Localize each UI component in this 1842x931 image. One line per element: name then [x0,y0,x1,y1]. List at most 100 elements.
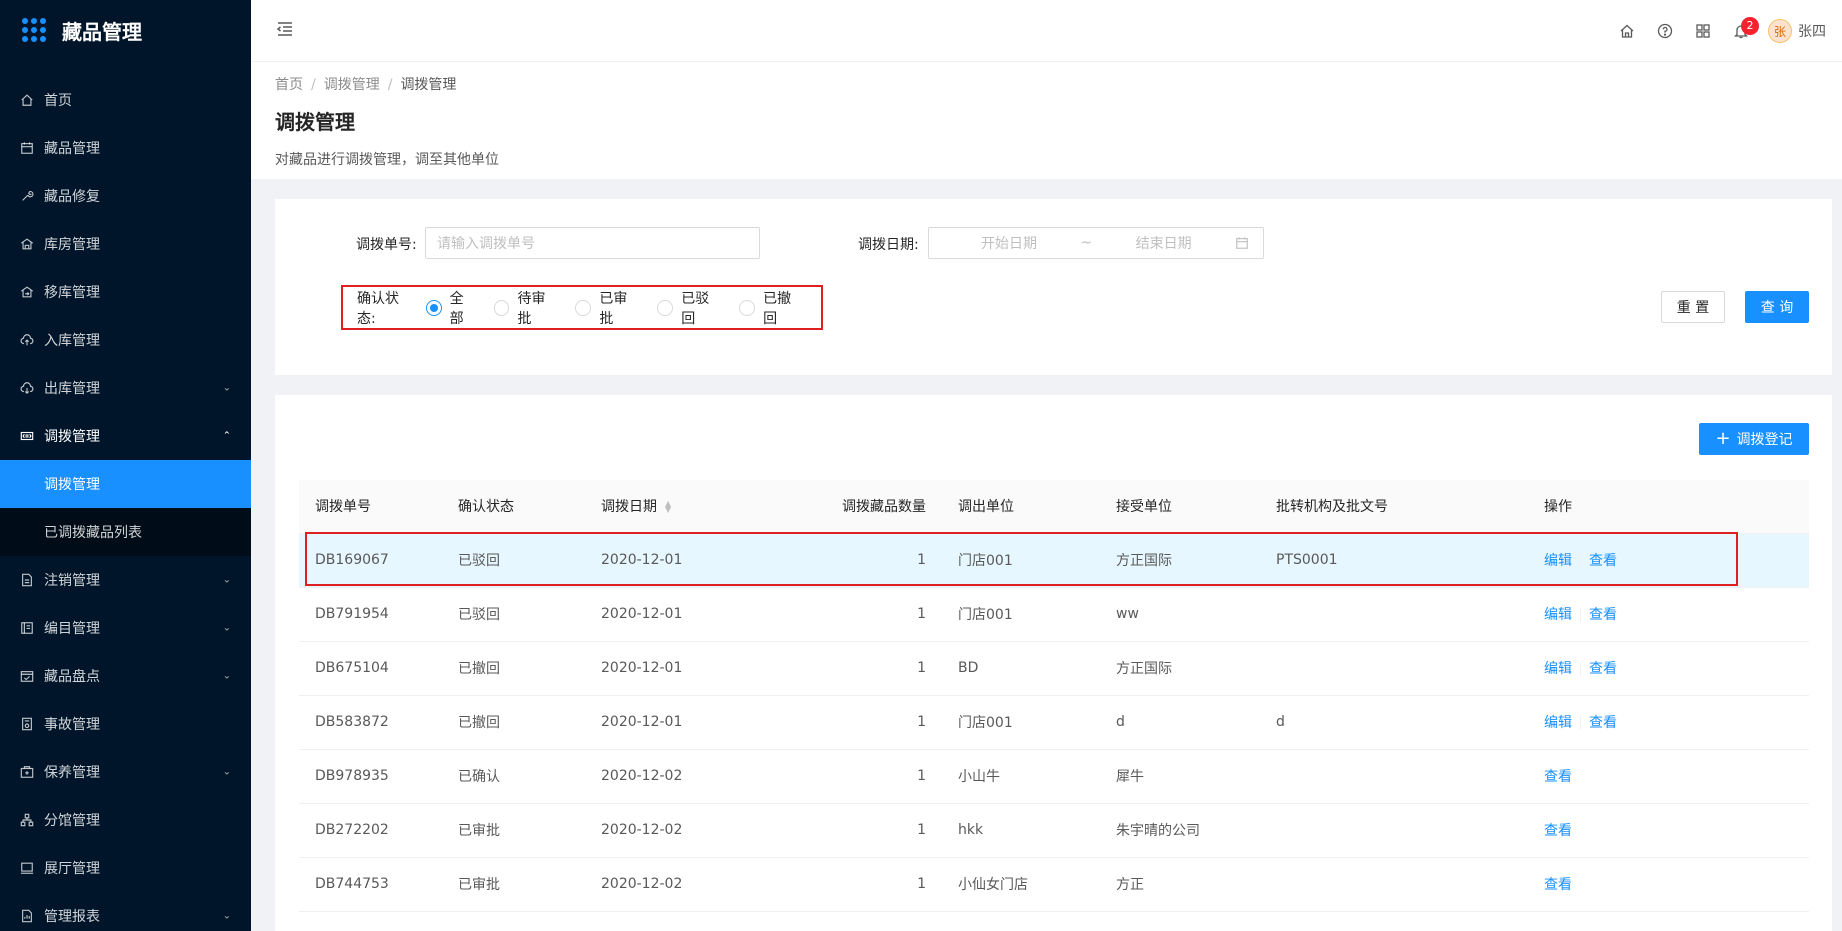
radio-label: 已撤回 [763,290,792,327]
cell-quantity: 1 [762,695,942,750]
sidebar-item-maintenance[interactable]: 保养管理 ⌄ [0,748,251,796]
add-transfer-label: 调拨登记 [1736,432,1793,448]
cell-actions: 编辑 查看 [1528,641,1809,696]
cell-approval [1260,641,1528,696]
view-link[interactable]: 查看 [1589,607,1617,623]
cell-quantity: 1 [762,749,942,804]
view-link[interactable]: 查看 [1544,823,1572,839]
radio-pending[interactable]: 待审批 [493,288,560,328]
add-transfer-button[interactable]: + 调拨登记 [1699,423,1809,455]
status-label: 确认状态: [357,290,399,327]
wrench-icon [20,189,34,203]
table-row[interactable]: DB583872 已撤回 2020-12-01 1 门店001 d d 编辑 查看 [299,695,1809,750]
page-title: 调拨管理 [275,110,355,134]
edit-link[interactable]: 编辑 [1544,661,1572,677]
transfer-table-card: + 调拨登记 调拨单号 确认状态 调拨日期 ▲ ▼ 调拨藏品数量 调出单位 接受单位… [275,395,1832,931]
sidebar-item-outbound[interactable]: 出库管理 ⌄ [0,364,251,412]
transfer-date-label: 调拨日期: [858,237,919,253]
notification-bell[interactable]: 2 [1722,11,1760,51]
order-number-input[interactable]: 请输入调拨单号 [425,227,760,259]
top-header: 2 张 张四 [251,0,1842,62]
view-link[interactable]: 查看 [1589,553,1617,569]
table-row[interactable]: DB791954 已驳回 2020-12-01 1 门店001 ww 编辑 查看 [299,587,1809,642]
edit-link[interactable]: 编辑 [1544,715,1572,731]
header-actions: 2 张 张四 [1608,0,1826,62]
cell-order-id: DB978935 [299,749,442,804]
page-description: 对藏品进行调拨管理，调至其他单位 [275,152,499,168]
sidebar-item-inventory[interactable]: 藏品盘点 ⌄ [0,652,251,700]
sidebar-item-label: 库房管理 [44,237,100,253]
radio-rejected[interactable]: 已驳回 [657,288,723,328]
chevron-down-icon: ⌄ [222,670,231,682]
view-link[interactable]: 查看 [1544,769,1572,785]
sidebar-item-label: 注销管理 [44,573,100,589]
view-link[interactable]: 查看 [1589,661,1617,677]
submenu-item-transfer-management[interactable]: 调拨管理 [0,460,251,508]
submenu-item-transferred-list[interactable]: 已调拨藏品列表 [0,508,251,556]
date-range-picker[interactable]: 开始日期 ~ 结束日期 [928,227,1264,259]
sidebar-item-accident[interactable]: 事故管理 [0,700,251,748]
sidebar-item-label: 编目管理 [44,621,100,637]
hall-icon [20,861,34,875]
app-logo[interactable]: 藏品管理 [0,0,251,60]
sidebar-item-label: 展厅管理 [44,861,100,877]
sort-icon[interactable]: ▲ ▼ [665,500,671,514]
sidebar-item-catalog[interactable]: 编目管理 ⌄ [0,604,251,652]
table-row[interactable]: DB978935 已确认 2020-12-02 1 小山牛 犀牛 查看 [299,749,1809,804]
table-row[interactable]: DB744753 已审批 2020-12-02 1 小仙女门店 方正 查看 [299,857,1809,912]
home-icon[interactable] [1608,11,1646,51]
sidebar-item-warehouse[interactable]: 库房管理 [0,220,251,268]
query-button[interactable]: 查 询 [1745,291,1809,323]
catalog-icon [20,621,34,635]
start-date-input[interactable]: 开始日期 [981,233,1037,253]
chevron-down-icon: ⌄ [222,574,231,586]
sidebar-item-hall[interactable]: 展厅管理 [0,844,251,892]
view-link[interactable]: 查看 [1544,877,1572,893]
sidebar-item-report[interactable]: 管理报表 ⌄ [0,892,251,931]
help-icon[interactable] [1646,11,1684,51]
cell-date: 2020-12-01 [585,641,762,696]
breadcrumb-transfer[interactable]: 调拨管理 [324,77,380,93]
plus-icon: + [1715,428,1731,449]
branch-icon [20,813,34,827]
sidebar-item-home[interactable]: 首页 [0,76,251,124]
cell-from: hkk [942,803,1100,858]
radio-label: 待审批 [517,290,546,327]
sidebar-item-label: 藏品盘点 [44,669,100,685]
end-date-input[interactable]: 结束日期 [1136,233,1192,253]
sidebar-item-repair[interactable]: 藏品修复 [0,172,251,220]
sidebar-item-label: 藏品修复 [44,189,100,205]
view-link[interactable]: 查看 [1589,715,1617,731]
radio-withdrawn[interactable]: 已撤回 [739,288,805,328]
sidebar-item-cancel[interactable]: 注销管理 ⌄ [0,556,251,604]
sidebar-item-transfer[interactable]: 调拨管理 ⌃ [0,412,251,460]
sidebar-item-collection[interactable]: 藏品管理 [0,124,251,172]
cell-order-id: DB169067 [299,533,442,588]
sidebar: 藏品管理 首页 藏品管理 藏品修复 库房管理 移库管理 入库管理 出库管理 ⌄ … [0,0,251,931]
edit-link[interactable]: 编辑 [1544,553,1572,569]
cell-quantity: 1 [762,857,942,912]
menu-fold-icon[interactable] [276,20,294,38]
submenu-item-label: 已调拨藏品列表 [44,525,142,541]
edit-link[interactable]: 编辑 [1544,607,1572,623]
column-header-status: 确认状态 [442,480,585,534]
breadcrumb-home[interactable]: 首页 [275,77,303,93]
table-row[interactable]: DB272202 已审批 2020-12-02 1 hkk 朱宇晴的公司 查看 [299,803,1809,858]
sidebar-item-branch[interactable]: 分馆管理 [0,796,251,844]
table-row[interactable]: DB169067 已驳回 2020-12-01 1 门店001 方正国际 PTS… [299,533,1809,588]
table-row[interactable]: DB675104 已撤回 2020-12-01 1 BD 方正国际 编辑 查看 [299,641,1809,696]
column-header-date[interactable]: 调拨日期 ▲ ▼ [585,480,762,534]
radio-dot [493,299,510,316]
search-form: 调拨单号: 请输入调拨单号 调拨日期: 开始日期 ~ 结束日期 确认状态: 全部… [275,199,1832,375]
apps-icon[interactable] [1684,11,1722,51]
app-title: 藏品管理 [62,19,142,44]
sidebar-item-inbound[interactable]: 入库管理 [0,316,251,364]
cell-to: 方正国际 [1100,533,1260,588]
cell-from: 门店001 [942,695,1100,750]
radio-approved[interactable]: 已审批 [575,288,641,328]
radio-all[interactable]: 全部 [425,288,478,328]
cell-status: 已撤回 [442,641,585,696]
user-menu[interactable]: 张 张四 [1768,19,1826,43]
reset-button[interactable]: 重 置 [1661,291,1725,323]
sidebar-item-move[interactable]: 移库管理 [0,268,251,316]
